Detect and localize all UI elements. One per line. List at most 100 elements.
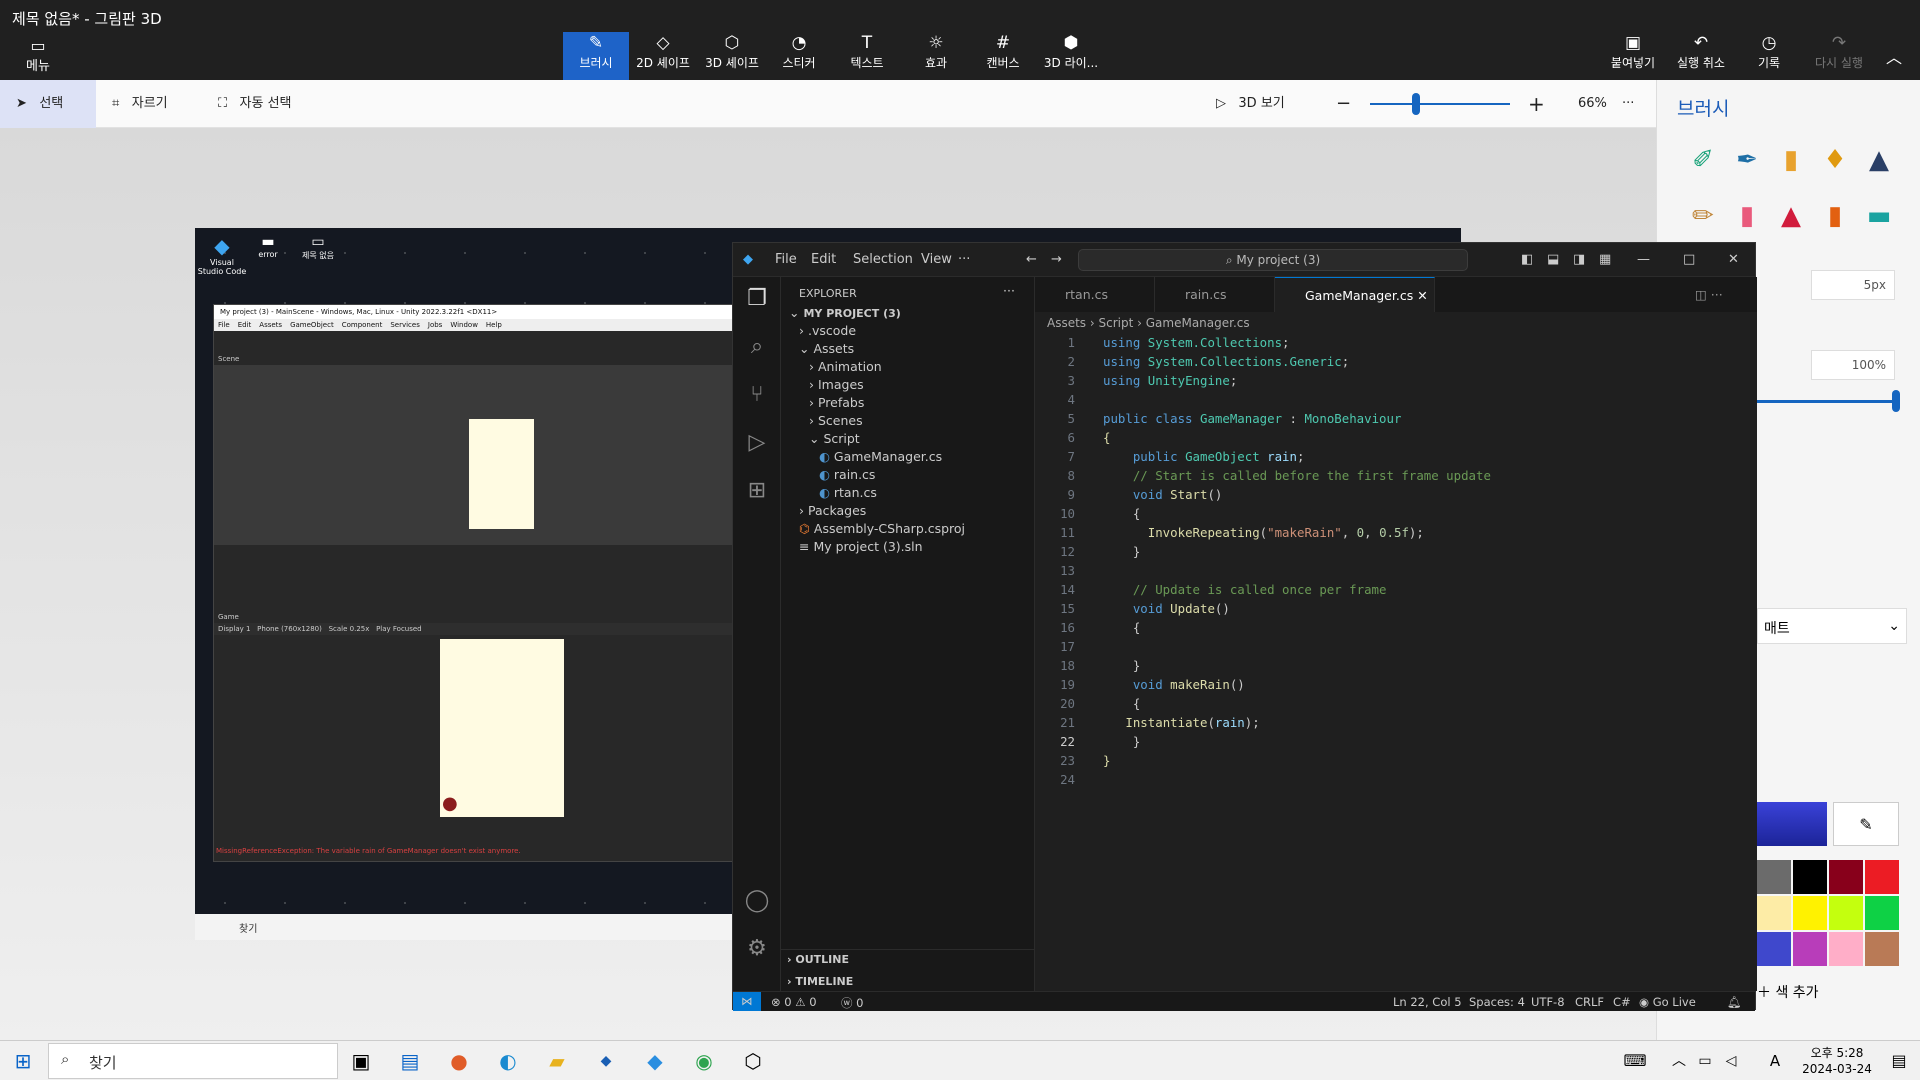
code-line[interactable]: // Start is called before the first fram… xyxy=(1103,466,1491,485)
code-line[interactable]: InvokeRepeating("makeRain", 0, 0.5f); xyxy=(1103,523,1424,542)
palette-swatch[interactable] xyxy=(1793,932,1827,966)
go-live-button[interactable]: ◉ Go Live xyxy=(1639,995,1696,1009)
app-icon[interactable]: ◆ xyxy=(591,1047,621,1075)
run-debug-icon[interactable]: ▷ xyxy=(743,429,771,457)
watercolor-icon[interactable]: ♦ xyxy=(1819,140,1851,180)
tree-item[interactable]: › Prefabs xyxy=(809,395,864,410)
tree-item[interactable]: › Images xyxy=(809,377,864,392)
tree-item[interactable]: › Scenes xyxy=(809,413,863,428)
magic-select-button[interactable]: ⛶ 자동 선택 xyxy=(218,80,292,128)
tree-item[interactable]: ◐ rtan.cs xyxy=(819,485,877,500)
unity-menu-item[interactable]: Services xyxy=(390,321,420,329)
code-line[interactable]: { xyxy=(1103,618,1140,637)
palette-swatch[interactable] xyxy=(1865,932,1899,966)
outline-section[interactable]: › OUTLINE xyxy=(787,953,849,966)
cursor-position[interactable]: Ln 22, Col 5 xyxy=(1393,995,1462,1009)
code-line[interactable]: using System.Collections.Generic; xyxy=(1103,352,1349,371)
vscode-menu-item[interactable]: File xyxy=(775,252,797,267)
palette-swatch[interactable] xyxy=(1829,896,1863,930)
redo-button[interactable]: ↷ 다시 실행 xyxy=(1806,32,1872,80)
zoom-out-button[interactable]: − xyxy=(1336,80,1351,128)
vscode-menu-item[interactable]: Edit xyxy=(811,252,836,267)
tab-rain[interactable]: rain.cs xyxy=(1155,277,1275,312)
extensions-icon[interactable]: ⊞ xyxy=(743,477,771,505)
file-explorer-icon[interactable]: ▰ xyxy=(542,1047,572,1075)
source-control-icon[interactable]: ⑂ xyxy=(743,381,771,409)
add-color-button[interactable]: ＋ 색 추가 xyxy=(1757,982,1819,1002)
current-color[interactable] xyxy=(1757,802,1827,846)
fill-icon[interactable]: ▬ xyxy=(1863,196,1895,236)
marker-icon[interactable]: ✐ xyxy=(1687,140,1719,180)
gear-icon[interactable]: ⚙ xyxy=(743,935,771,963)
finish-dropdown[interactable]: 매트 ⌄ xyxy=(1757,608,1907,644)
volume-icon[interactable]: ◁ xyxy=(1716,1047,1746,1075)
zoom-slider-thumb[interactable] xyxy=(1412,93,1421,115)
notification-icon[interactable]: ▤ xyxy=(1884,1047,1914,1075)
clock[interactable]: 오후 5:28 2024-03-24 xyxy=(1794,1045,1880,1077)
code-line[interactable]: { xyxy=(1103,504,1140,523)
code-line[interactable]: } xyxy=(1103,656,1140,675)
tab-gamemanager[interactable]: GameManager.cs ✕ xyxy=(1275,277,1435,312)
code-line[interactable]: using System.Collections; xyxy=(1103,333,1297,352)
tree-item[interactable]: › Packages xyxy=(799,503,866,518)
edge-icon[interactable]: ◐ xyxy=(493,1047,523,1075)
tree-item[interactable]: › Animation xyxy=(809,359,882,374)
paste-button[interactable]: ▣ 붙여넣기 xyxy=(1600,32,1666,80)
toggle-secondary-icon[interactable]: ◨ xyxy=(1573,252,1585,267)
layout-icon[interactable]: ▦ xyxy=(1599,252,1611,267)
code-line[interactable]: public class GameManager : MonoBehaviour xyxy=(1103,409,1401,428)
code-line[interactable]: { xyxy=(1103,428,1110,447)
code-line[interactable]: public GameObject rain; xyxy=(1103,447,1305,466)
start-icon[interactable]: ⊞ xyxy=(8,1047,38,1075)
toggle-sidebar-icon[interactable]: ◧ xyxy=(1521,252,1533,267)
pencil-icon[interactable]: ✏ xyxy=(1687,196,1719,236)
back-arrow-icon[interactable]: ← xyxy=(1026,252,1037,267)
code-line[interactable]: using UnityEngine; xyxy=(1103,371,1237,390)
tool-2d-shapes[interactable]: ◇ 2D 셰이프 xyxy=(630,32,696,80)
palette-swatch[interactable] xyxy=(1829,860,1863,894)
select-button[interactable]: ➤ 선택 xyxy=(0,80,96,128)
tree-item[interactable]: › .vscode xyxy=(799,323,856,338)
crayon-icon[interactable]: ▲ xyxy=(1775,196,1807,236)
opacity-slider-thumb[interactable] xyxy=(1892,390,1900,412)
unity-icon[interactable]: ⬡ xyxy=(738,1047,768,1075)
tree-item[interactable]: ⌄ Assets xyxy=(799,341,854,356)
encoding-status[interactable]: UTF-8 xyxy=(1531,995,1565,1009)
maximize-button[interactable]: □ xyxy=(1683,252,1695,267)
widgets-icon[interactable]: ▤ xyxy=(395,1047,425,1075)
indent-status[interactable]: Spaces: 4 xyxy=(1469,995,1525,1009)
tool-3d-library[interactable]: ⬢ 3D 라이... xyxy=(1038,32,1104,80)
palette-swatch[interactable] xyxy=(1793,860,1827,894)
explorer-more-button[interactable]: ··· xyxy=(1003,283,1015,298)
palette-swatch[interactable] xyxy=(1757,932,1791,966)
spray-can-icon[interactable]: ▮ xyxy=(1819,196,1851,236)
unity-menu-item[interactable]: Help xyxy=(486,321,502,329)
crop-button[interactable]: ⌗ 자르기 xyxy=(112,80,168,128)
palette-swatch[interactable] xyxy=(1865,896,1899,930)
search-icon[interactable]: ⌕ xyxy=(743,333,771,361)
eyedropper-icon[interactable]: ✎ xyxy=(1833,802,1899,846)
code-line[interactable]: void Start() xyxy=(1103,485,1223,504)
tree-item[interactable]: ⌬ Assembly-CSharp.csproj xyxy=(799,521,965,536)
code-line[interactable]: void makeRain() xyxy=(1103,675,1245,694)
code-line[interactable]: Instantiate(rain); xyxy=(1103,713,1259,732)
palette-swatch[interactable] xyxy=(1865,860,1899,894)
keyboard-icon[interactable]: ⌨ xyxy=(1620,1047,1650,1075)
task-view-icon[interactable]: ▣ xyxy=(346,1047,376,1075)
unity-menu-item[interactable]: Assets xyxy=(259,321,282,329)
pixel-pen-icon[interactable]: ▲ xyxy=(1863,140,1895,180)
unity-menu-item[interactable]: Jobs xyxy=(428,321,442,329)
more-options-button[interactable]: ··· xyxy=(1622,80,1634,128)
close-button[interactable]: ✕ xyxy=(1728,252,1739,267)
breadcrumb-item[interactable]: GameManager.cs xyxy=(1146,316,1250,330)
remote-icon[interactable]: ⋈ xyxy=(733,992,761,1011)
vscode-menu-item[interactable]: ··· xyxy=(958,252,970,267)
tree-item[interactable]: ◐ GameManager.cs xyxy=(819,449,942,464)
vscode-menu-item[interactable]: Selection xyxy=(853,252,913,267)
menu-button[interactable]: ▭ 메뉴 xyxy=(18,36,58,74)
breadcrumb-item[interactable]: Assets xyxy=(1047,316,1086,330)
tool-effects[interactable]: ☼ 효과 xyxy=(903,32,969,80)
forward-arrow-icon[interactable]: → xyxy=(1051,252,1062,267)
ports-status[interactable]: ⓦ 0 xyxy=(841,995,863,1011)
code-line[interactable]: // Update is called once per frame xyxy=(1103,580,1387,599)
